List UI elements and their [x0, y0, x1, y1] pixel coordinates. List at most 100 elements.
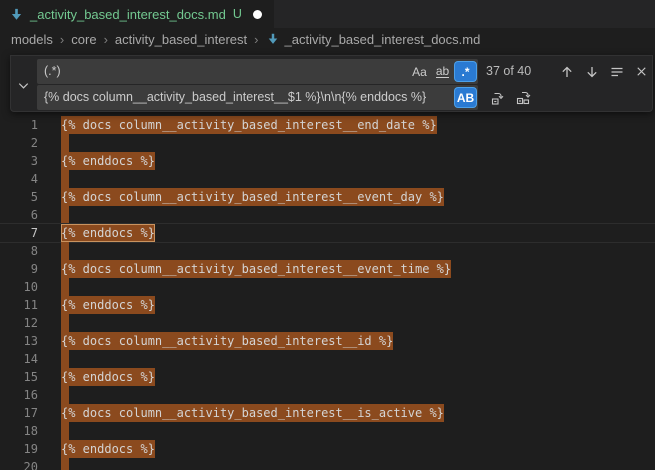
- editor-line[interactable]: 15 {% enddocs %}: [0, 368, 655, 386]
- next-match-button[interactable]: [581, 61, 602, 82]
- toggle-replace-chevron-icon[interactable]: [13, 75, 33, 95]
- line-code[interactable]: {% docs column__activity_based_interest_…: [61, 404, 444, 422]
- tab-active-file[interactable]: _activity_based_interest_docs.md U: [0, 0, 274, 28]
- editor-lines: 1 {% docs column__activity_based_interes…: [0, 116, 655, 470]
- line-number[interactable]: 4: [0, 170, 38, 188]
- editor-line[interactable]: 10: [0, 278, 655, 296]
- match-case-toggle[interactable]: Aa: [409, 62, 430, 81]
- editor-line[interactable]: 12: [0, 314, 655, 332]
- line-code[interactable]: [61, 458, 69, 470]
- breadcrumb-item-activity-based-interest[interactable]: activity_based_interest: [115, 32, 247, 47]
- editor-line[interactable]: 14: [0, 350, 655, 368]
- line-number[interactable]: 1: [0, 116, 38, 134]
- close-icon[interactable]: [631, 61, 652, 82]
- whole-word-toggle[interactable]: ab: [432, 62, 453, 81]
- line-number[interactable]: 10: [0, 278, 38, 296]
- line-code[interactable]: {% enddocs %}: [61, 224, 155, 242]
- breadcrumb: models › core › activity_based_interest …: [0, 28, 655, 50]
- editor-line[interactable]: 19 {% enddocs %}: [0, 440, 655, 458]
- editor-line[interactable]: 8: [0, 242, 655, 260]
- line-number[interactable]: 3: [0, 152, 38, 170]
- replace-all-button[interactable]: [513, 87, 534, 108]
- replace-input-value[interactable]: {% docs column__activity_based_interest_…: [37, 85, 478, 110]
- breadcrumb-item-models[interactable]: models: [11, 32, 53, 47]
- markdown-icon: [266, 32, 280, 46]
- git-status-badge: U: [233, 7, 242, 21]
- find-match-highlight: {% docs column__activity_based_interest_…: [61, 188, 444, 206]
- line-code[interactable]: {% enddocs %}: [61, 296, 155, 314]
- line-number[interactable]: 7: [0, 224, 38, 242]
- editor-line[interactable]: 18: [0, 422, 655, 440]
- find-match-highlight: [61, 458, 69, 470]
- markdown-icon: [9, 7, 24, 22]
- preserve-case-toggle[interactable]: AB: [455, 88, 476, 107]
- find-match-highlight: [61, 278, 69, 296]
- editor-line[interactable]: 17 {% docs column__activity_based_intere…: [0, 404, 655, 422]
- find-match-highlight: [61, 242, 69, 260]
- find-replace-widget: (.*) Aa ab .* 37 of 40 {% docs column__a…: [10, 55, 653, 112]
- find-options: Aa ab .*: [409, 62, 476, 81]
- replace-options: AB: [455, 88, 476, 107]
- replace-button[interactable]: [487, 87, 508, 108]
- find-match-highlight: {% enddocs %}: [61, 368, 155, 386]
- editor-line[interactable]: 20: [0, 458, 655, 470]
- editor-line[interactable]: 1 {% docs column__activity_based_interes…: [0, 116, 655, 134]
- tab-bar: _activity_based_interest_docs.md U: [0, 0, 655, 28]
- line-number[interactable]: 15: [0, 368, 38, 386]
- find-input[interactable]: (.*) Aa ab .*: [37, 59, 478, 84]
- line-code[interactable]: {% docs column__activity_based_interest_…: [61, 116, 437, 134]
- chevron-right-icon: ›: [254, 32, 258, 47]
- breadcrumb-item-core[interactable]: core: [71, 32, 96, 47]
- line-number[interactable]: 8: [0, 242, 38, 260]
- line-number[interactable]: 13: [0, 332, 38, 350]
- line-number[interactable]: 6: [0, 206, 38, 224]
- line-number[interactable]: 2: [0, 134, 38, 152]
- tab-filename: _activity_based_interest_docs.md: [30, 7, 226, 22]
- editor-line[interactable]: 16: [0, 386, 655, 404]
- find-match-highlight: {% docs column__activity_based_interest_…: [61, 260, 451, 278]
- match-count: 37 of 40: [486, 59, 531, 84]
- replace-input[interactable]: {% docs column__activity_based_interest_…: [37, 85, 478, 110]
- editor-line[interactable]: 4: [0, 170, 655, 188]
- find-match-highlight: {% docs column__activity_based_interest_…: [61, 404, 444, 422]
- find-match-highlight: {% enddocs %}: [61, 152, 155, 170]
- line-number[interactable]: 14: [0, 350, 38, 368]
- editor-line[interactable]: 5 {% docs column__activity_based_interes…: [0, 188, 655, 206]
- line-code[interactable]: {% enddocs %}: [61, 368, 155, 386]
- editor-line[interactable]: 13 {% docs column__activity_based_intere…: [0, 332, 655, 350]
- breadcrumb-item-file[interactable]: _activity_based_interest_docs.md: [285, 32, 481, 47]
- line-number[interactable]: 17: [0, 404, 38, 422]
- line-number[interactable]: 12: [0, 314, 38, 332]
- line-code[interactable]: {% docs column__activity_based_interest_…: [61, 260, 451, 278]
- modified-dot-icon[interactable]: [253, 10, 262, 19]
- find-in-selection-button[interactable]: [606, 61, 627, 82]
- find-match-highlight: {% docs column__activity_based_interest_…: [61, 332, 393, 350]
- find-match-highlight: [61, 350, 69, 368]
- editor-line[interactable]: 3 {% enddocs %}: [0, 152, 655, 170]
- find-match-highlight: {% docs column__activity_based_interest_…: [61, 116, 437, 134]
- line-number[interactable]: 18: [0, 422, 38, 440]
- line-code[interactable]: {% docs column__activity_based_interest_…: [61, 332, 393, 350]
- line-number[interactable]: 19: [0, 440, 38, 458]
- editor-line[interactable]: 6: [0, 206, 655, 224]
- line-number[interactable]: 16: [0, 386, 38, 404]
- line-number[interactable]: 5: [0, 188, 38, 206]
- chevron-right-icon: ›: [60, 32, 64, 47]
- editor-line[interactable]: 7 {% enddocs %}: [0, 224, 655, 242]
- editor-line[interactable]: 2: [0, 134, 655, 152]
- chevron-right-icon: ›: [104, 32, 108, 47]
- find-match-highlight: [61, 134, 69, 152]
- line-code[interactable]: {% enddocs %}: [61, 152, 155, 170]
- line-code[interactable]: {% enddocs %}: [61, 440, 155, 458]
- line-number[interactable]: 9: [0, 260, 38, 278]
- find-match-highlight: [61, 206, 69, 224]
- line-number[interactable]: 11: [0, 296, 38, 314]
- regex-toggle[interactable]: .*: [455, 62, 476, 81]
- line-code[interactable]: {% docs column__activity_based_interest_…: [61, 188, 444, 206]
- editor-line[interactable]: 9 {% docs column__activity_based_interes…: [0, 260, 655, 278]
- code-editor[interactable]: 1 {% docs column__activity_based_interes…: [0, 50, 655, 470]
- previous-match-button[interactable]: [556, 61, 577, 82]
- find-match-highlight: {% enddocs %}: [61, 440, 155, 458]
- line-number[interactable]: 20: [0, 458, 38, 470]
- editor-line[interactable]: 11 {% enddocs %}: [0, 296, 655, 314]
